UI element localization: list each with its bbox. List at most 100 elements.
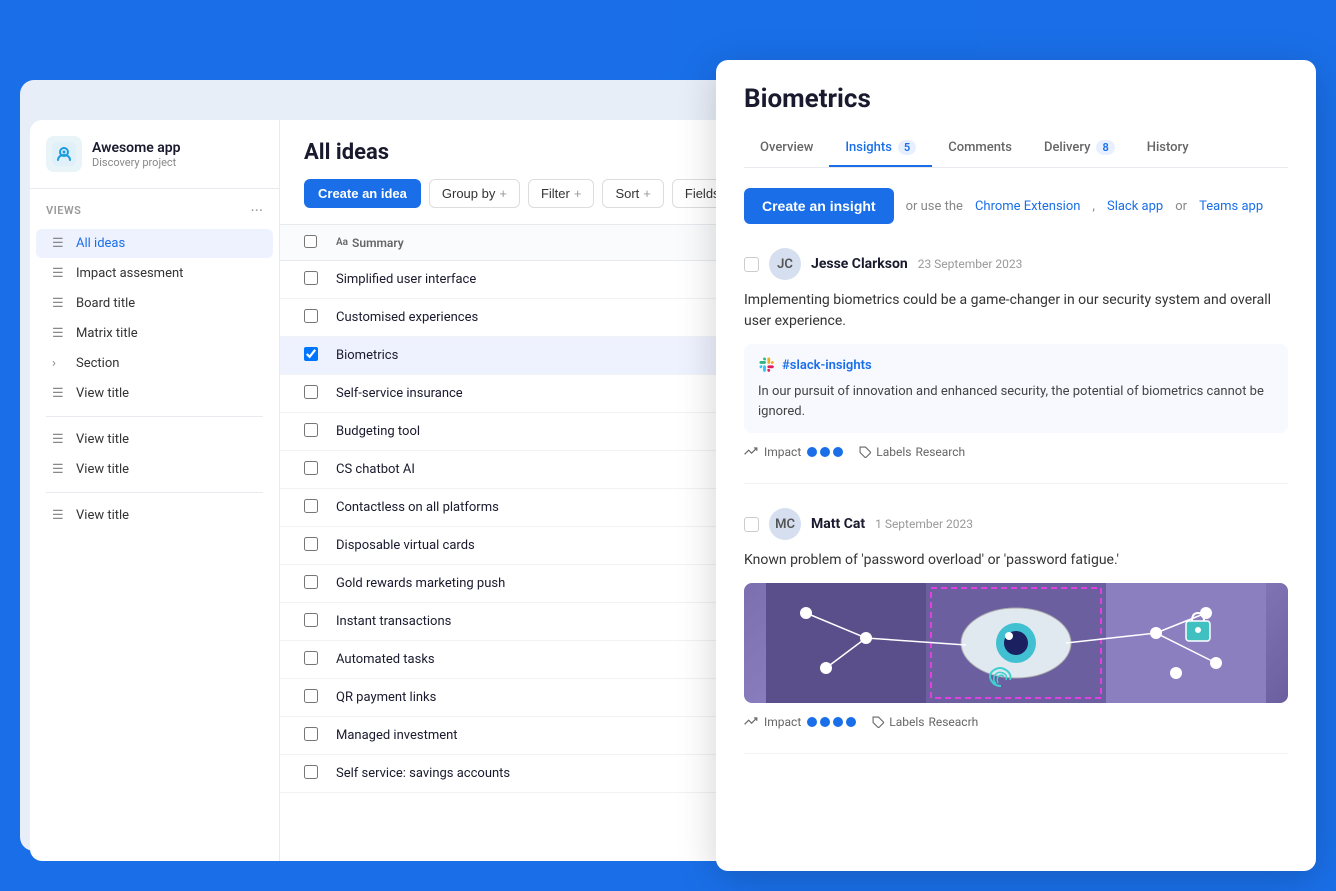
insight-checkbox-2[interactable] <box>744 517 759 532</box>
tab-comments[interactable]: Comments <box>932 130 1028 167</box>
or-text-2: or <box>1175 199 1187 214</box>
slack-icon <box>758 356 776 374</box>
sort-button[interactable]: Sort + <box>602 179 663 208</box>
dot-1 <box>807 447 817 457</box>
views-more-button[interactable]: ··· <box>250 201 263 220</box>
row-checkbox[interactable] <box>304 271 318 285</box>
sidebar-item-view-title-3[interactable]: ☰ View title <box>36 455 273 484</box>
sidebar-item-view-title-2[interactable]: ☰ View title <box>36 425 273 454</box>
insight-card-1: JC Jesse Clarkson 23 September 2023 Impl… <box>744 248 1288 484</box>
insight-avatar-1: JC <box>769 248 801 280</box>
impact-metric-1: Impact <box>744 445 843 459</box>
insight-author-2: Matt Cat <box>811 516 865 532</box>
insight-checkbox-1[interactable] <box>744 257 759 272</box>
slack-channel-1[interactable]: #slack-insights <box>758 356 1274 374</box>
tab-delivery[interactable]: Delivery 8 <box>1028 130 1131 167</box>
sidebar-item-label: Section <box>76 356 119 371</box>
insight-footer-1: Impact Labels Research <box>744 445 1288 459</box>
tab-history[interactable]: History <box>1131 130 1205 167</box>
row-checkbox[interactable] <box>304 347 318 361</box>
impact-icon-2 <box>744 715 758 729</box>
insight-text-1: Implementing biometrics could be a game-… <box>744 290 1288 332</box>
row-checkbox[interactable] <box>304 309 318 323</box>
select-all-checkbox[interactable] <box>304 235 317 248</box>
sidebar-item-label: Board title <box>76 296 135 311</box>
row-checkbox[interactable] <box>304 423 318 437</box>
row-checkbox[interactable] <box>304 689 318 703</box>
tab-overview[interactable]: Overview <box>744 130 829 167</box>
sidebar-item-impact-assessment[interactable]: ☰ Impact assesment <box>36 259 273 288</box>
labels-value-1: Research <box>915 445 965 459</box>
create-insight-bar: Create an insight or use the Chrome Exte… <box>744 188 1288 224</box>
app-icon <box>46 136 82 172</box>
sidebar: Awesome app Discovery project VIEWS ··· … <box>30 120 280 861</box>
row-checkbox[interactable] <box>304 385 318 399</box>
sidebar-item-section[interactable]: › Section <box>36 349 273 378</box>
chrome-extension-link[interactable]: Chrome Extension <box>975 199 1080 214</box>
sidebar-item-label: View title <box>76 386 129 401</box>
labels-value-2: Reseacrh <box>928 715 978 729</box>
sidebar-item-label: View title <box>76 508 129 523</box>
app-name: Awesome app <box>92 140 181 156</box>
detail-header: Biometrics Overview Insights 5 Comments … <box>716 60 1316 168</box>
slack-app-link[interactable]: Slack app <box>1107 199 1163 214</box>
filter-plus-icon: + <box>574 186 582 201</box>
slack-quote-1: In our pursuit of innovation and enhance… <box>758 382 1274 421</box>
insight-avatar-2: MC <box>769 508 801 540</box>
sidebar-item-label: Matrix title <box>76 326 138 341</box>
insight-footer-2: Impact Labels Reseacrh <box>744 715 1288 729</box>
insights-badge: 5 <box>898 140 916 155</box>
detail-body: Create an insight or use the Chrome Exte… <box>716 168 1316 849</box>
sidebar-item-label: View title <box>76 462 129 477</box>
dot-2-2 <box>820 717 830 727</box>
fields-label: Fields <box>685 186 720 201</box>
row-checkbox[interactable] <box>304 499 318 513</box>
create-insight-button[interactable]: Create an insight <box>744 188 894 224</box>
or-use-text: or use the <box>906 199 963 214</box>
sidebar-item-matrix-title[interactable]: ☰ Matrix title <box>36 319 273 348</box>
row-checkbox[interactable] <box>304 461 318 475</box>
create-idea-button[interactable]: Create an idea <box>304 179 421 208</box>
dot-2-3 <box>833 717 843 727</box>
insight-author-1: Jesse Clarkson <box>811 256 908 272</box>
dot-2-1 <box>807 717 817 727</box>
row-checkbox[interactable] <box>304 727 318 741</box>
sidebar-item-board-title[interactable]: ☰ Board title <box>36 289 273 318</box>
label-icon <box>859 446 872 459</box>
dot-2 <box>820 447 830 457</box>
dot-2-4 <box>846 717 856 727</box>
list-icon: ☰ <box>52 326 68 341</box>
detail-panel: Biometrics Overview Insights 5 Comments … <box>716 60 1316 871</box>
list-icon: ☰ <box>52 236 68 251</box>
row-checkbox[interactable] <box>304 537 318 551</box>
row-checkbox[interactable] <box>304 765 318 779</box>
row-checkbox[interactable] <box>304 575 318 589</box>
delivery-badge: 8 <box>1096 140 1114 155</box>
app-header: Awesome app Discovery project <box>30 136 279 189</box>
group-by-button[interactable]: Group by + <box>429 179 520 208</box>
tab-insights[interactable]: Insights 5 <box>829 130 932 167</box>
views-header: VIEWS ··· <box>30 201 279 228</box>
list-icon: ☰ <box>52 296 68 311</box>
impact-icon <box>744 445 758 459</box>
list-icon: ☰ <box>52 508 68 523</box>
sidebar-item-view-title-1[interactable]: ☰ View title <box>36 379 273 408</box>
sort-icon: Aa <box>336 237 348 248</box>
impact-metric-2: Impact <box>744 715 856 729</box>
row-checkbox[interactable] <box>304 651 318 665</box>
list-icon: ☰ <box>52 266 68 281</box>
dot-3 <box>833 447 843 457</box>
sidebar-item-label: All ideas <box>76 236 125 251</box>
insight-image-2 <box>744 583 1288 703</box>
row-checkbox[interactable] <box>304 613 318 627</box>
sidebar-item-all-ideas[interactable]: ☰ All ideas <box>36 229 273 258</box>
insight-meta-2: MC Matt Cat 1 September 2023 <box>744 508 1288 540</box>
detail-title: Biometrics <box>744 84 1288 114</box>
teams-app-link[interactable]: Teams app <box>1199 199 1263 214</box>
insight-text-2: Known problem of 'password overload' or … <box>744 550 1288 571</box>
sidebar-item-view-title-4[interactable]: ☰ View title <box>36 501 273 530</box>
views-label: VIEWS <box>46 204 81 217</box>
label-icon-2 <box>872 716 885 729</box>
impact-dots-2 <box>807 717 856 727</box>
filter-button[interactable]: Filter + <box>528 179 594 208</box>
